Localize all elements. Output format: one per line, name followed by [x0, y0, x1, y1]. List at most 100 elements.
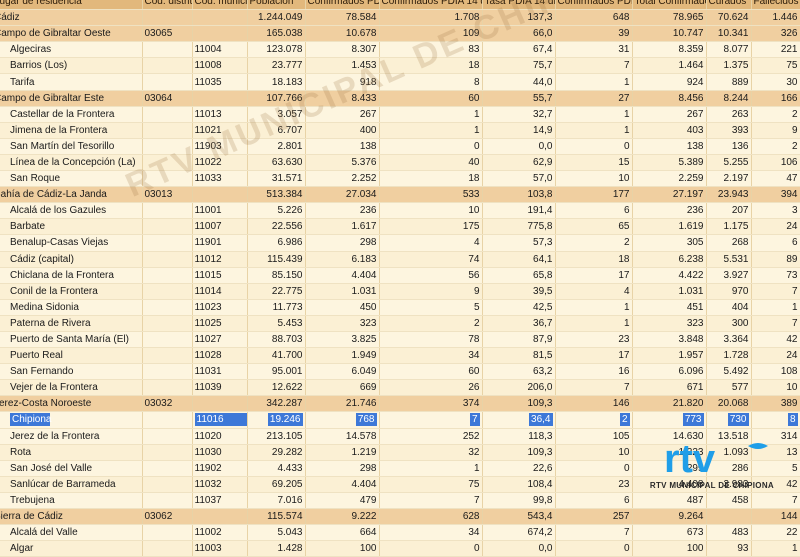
cell-name[interactable]: Campo de Gibraltar Este [0, 90, 143, 107]
cell-district[interactable] [142, 444, 193, 461]
cell-curados[interactable]: 8.077 [706, 41, 752, 59]
cell-tasa-14[interactable]: 36,7 [482, 315, 556, 332]
cell-confirmados-14[interactable]: 374 [379, 395, 483, 413]
cell-confirmados-7[interactable]: 146 [555, 395, 633, 413]
cell-total[interactable]: 773 [632, 411, 707, 429]
table-row[interactable]: San Fernando 11031 95.001 6.049 60 63,2 16 6.09… [0, 363, 800, 381]
cell-fallecidos[interactable]: 1 [751, 540, 800, 557]
cell-code[interactable] [192, 186, 248, 204]
cell-confirmados-7[interactable]: 177 [555, 186, 633, 204]
cell-confirmados-7[interactable]: 23 [555, 331, 633, 349]
cell-confirmados-7[interactable]: 1 [555, 122, 633, 139]
cell-confirmados-7[interactable]: 6 [555, 202, 633, 220]
cell-curados[interactable]: 577 [706, 379, 752, 397]
cell-fallecidos[interactable]: 6 [751, 234, 800, 252]
cell-confirmados[interactable]: 1.031 [305, 283, 380, 300]
cell-name[interactable]: San Roque [0, 170, 143, 188]
cell-poblacion[interactable]: 6.986 [247, 234, 306, 252]
cell-confirmados-14[interactable]: 0 [379, 540, 483, 557]
table-row[interactable]: Jimena de la Frontera 11021 6.707 400 1 14,9 1… [0, 122, 800, 139]
cell-tasa-14[interactable]: 42,5 [482, 299, 556, 316]
table-row[interactable]: Castellar de la Frontera 11013 3.057 267 1 32… [0, 106, 800, 123]
cell-confirmados-7[interactable]: 7 [555, 524, 633, 542]
cell-tasa-14[interactable]: 108,4 [482, 476, 556, 493]
cell-poblacion[interactable]: 1.428 [247, 540, 306, 557]
cell-poblacion[interactable]: 22.775 [247, 283, 306, 300]
cell-fallecidos[interactable]: 10 [751, 379, 800, 397]
cell-fallecidos[interactable]: 2 [751, 106, 800, 123]
cell-name[interactable]: Jimena de la Frontera [0, 122, 143, 139]
table-row[interactable]: Chipiona 11016 19.246 768 7 36,4 2 773 730 8 [0, 411, 800, 429]
cell-curados[interactable]: 300 [706, 315, 752, 332]
cell-total[interactable]: 1.464 [632, 57, 707, 75]
cell-curados[interactable]: 393 [706, 122, 752, 139]
cell-district[interactable] [142, 347, 193, 365]
cell-fallecidos[interactable]: 24 [751, 218, 800, 236]
cell-confirmados-14[interactable]: 9 [379, 283, 483, 300]
cell-total[interactable]: 138 [632, 138, 707, 155]
cell-total[interactable]: 673 [632, 524, 707, 542]
header-confirmados[interactable]: Confirmados PDIA [305, 0, 380, 11]
cell-curados[interactable]: 263 [706, 106, 752, 123]
cell-district[interactable] [142, 267, 193, 284]
cell-curados[interactable]: 10.341 [706, 25, 752, 43]
cell-total[interactable]: 671 [632, 379, 707, 397]
cell-tasa-14[interactable]: 66,0 [482, 25, 556, 43]
cell-fallecidos[interactable]: 13 [751, 444, 800, 461]
cell-poblacion[interactable]: 2.801 [247, 138, 306, 155]
cell-confirmados-7[interactable]: 17 [555, 267, 633, 284]
table-row[interactable]: Algar 11003 1.428 100 0 0,0 0 100 93 1 [0, 540, 800, 557]
header-confirmados-14[interactable]: Confirmados PDIA 14 días [379, 0, 483, 11]
cell-confirmados[interactable]: 669 [305, 379, 380, 397]
cell-name[interactable]: Sierra de Cádiz [0, 508, 143, 526]
cell-curados[interactable]: 3.364 [706, 331, 752, 349]
header-tasa-14[interactable]: Tasa PDIA 14 días [482, 0, 556, 11]
table-row[interactable]: San Roque 11033 31.571 2.252 18 57,0 10 2.259 2.… [0, 170, 800, 188]
cell-district[interactable] [142, 9, 193, 27]
cell-code[interactable]: 11039 [192, 379, 248, 397]
cell-confirmados[interactable]: 138 [305, 138, 380, 155]
cell-total[interactable]: 924 [632, 73, 707, 91]
cell-fallecidos[interactable]: 89 [751, 251, 800, 268]
cell-code[interactable]: 11015 [192, 267, 248, 284]
cell-confirmados-14[interactable]: 56 [379, 267, 483, 284]
cell-district[interactable] [142, 170, 193, 188]
cell-confirmados-14[interactable]: 34 [379, 524, 483, 542]
table-row[interactable]: Barbate 11007 22.556 1.617 175 775,8 65 1.619 1.… [0, 218, 800, 236]
cell-curados[interactable]: 207 [706, 202, 752, 220]
cell-confirmados-14[interactable]: 5 [379, 299, 483, 316]
cell-code[interactable]: 11012 [192, 251, 248, 268]
cell-confirmados-7[interactable]: 1 [555, 315, 633, 332]
cell-code[interactable]: 11035 [192, 73, 248, 91]
table-row[interactable]: Cádiz (capital) 11012 115.439 6.183 74 64,1 18… [0, 251, 800, 268]
cell-confirmados-7[interactable]: 10 [555, 444, 633, 461]
cell-fallecidos[interactable]: 3 [751, 202, 800, 220]
header-cod-distrito[interactable]: Cód. distrito [142, 0, 193, 11]
cell-total[interactable]: 2.259 [632, 170, 707, 188]
cell-total[interactable]: 323 [632, 315, 707, 332]
table-row[interactable]: Puerto de Santa María (El) 11027 88.703 3.8… [0, 331, 800, 349]
cell-district[interactable] [142, 106, 193, 123]
cell-code[interactable]: 11033 [192, 170, 248, 188]
cell-name[interactable]: San José del Valle [0, 460, 143, 477]
cell-total[interactable]: 5.389 [632, 154, 707, 172]
cell-confirmados-14[interactable]: 1 [379, 460, 483, 477]
cell-tasa-14[interactable]: 109,3 [482, 395, 556, 413]
cell-confirmados-7[interactable]: 1 [555, 106, 633, 123]
cell-confirmados-14[interactable]: 60 [379, 90, 483, 107]
cell-tasa-14[interactable]: 109,3 [482, 444, 556, 461]
cell-name[interactable]: Alcalá del Valle [0, 524, 143, 542]
cell-poblacion[interactable]: 123.078 [247, 41, 306, 59]
cell-fallecidos[interactable]: 42 [751, 331, 800, 349]
cell-confirmados-14[interactable]: 0 [379, 138, 483, 155]
table-row[interactable]: San Martín del Tesorillo 11903 2.801 138 0 0,… [0, 138, 800, 155]
cell-confirmados-7[interactable]: 0 [555, 540, 633, 557]
table-row[interactable]: Alcalá del Valle 11002 5.043 664 34 674,2 7 673… [0, 524, 800, 542]
cell-confirmados-7[interactable]: 1 [555, 73, 633, 91]
cell-confirmados[interactable]: 323 [305, 315, 380, 332]
cell-name[interactable]: Rota [0, 444, 143, 461]
cell-poblacion[interactable]: 23.777 [247, 57, 306, 75]
cell-total[interactable]: 1.619 [632, 218, 707, 236]
cell-poblacion[interactable]: 41.700 [247, 347, 306, 365]
cell-total[interactable]: 100 [632, 540, 707, 557]
